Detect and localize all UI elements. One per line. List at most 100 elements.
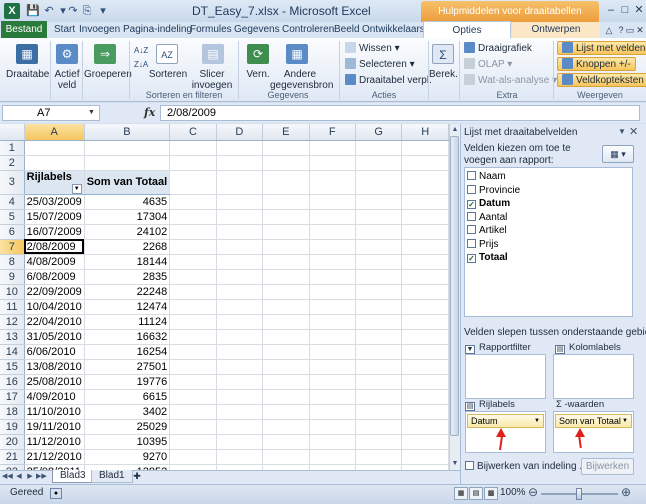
cell-g11[interactable] — [355, 299, 403, 315]
change-source-icon[interactable]: ▦ — [286, 44, 308, 64]
cell-f15[interactable] — [309, 359, 356, 375]
cell-a20[interactable]: 11/12/2010 — [24, 434, 85, 450]
cell-f7[interactable] — [309, 239, 356, 255]
select-button[interactable]: Selecteren ▾ — [345, 58, 415, 72]
cell-f5[interactable] — [309, 209, 356, 225]
cell-b2[interactable] — [84, 155, 171, 171]
cell-h6[interactable] — [401, 224, 449, 240]
cell-c2[interactable] — [169, 155, 217, 171]
row-header[interactable]: 4 — [0, 194, 25, 210]
field-checkbox[interactable] — [467, 238, 476, 248]
insert-slicer-button[interactable]: Slicer invoegen — [190, 69, 234, 91]
cell-a3[interactable]: Rijlabels ▼ — [24, 170, 85, 195]
cell-b16[interactable]: 19776 — [84, 374, 171, 390]
cell-g9[interactable] — [355, 269, 403, 285]
cell-a9[interactable]: 6/08/2009 — [24, 269, 85, 285]
cell-a12[interactable]: 22/04/2010 — [24, 314, 85, 330]
cell-h19[interactable] — [401, 419, 449, 435]
cell-e2[interactable] — [262, 155, 310, 171]
cell-f10[interactable] — [309, 284, 356, 300]
column-header-c[interactable]: C — [169, 124, 217, 141]
cell-h9[interactable] — [401, 269, 449, 285]
cell-f19[interactable] — [309, 419, 356, 435]
cell-a6[interactable]: 16/07/2009 — [24, 224, 85, 240]
cell-e7[interactable] — [262, 239, 310, 255]
calculations-button[interactable]: Berek. — [429, 69, 458, 80]
cell-b3[interactable]: Som van Totaal — [84, 170, 171, 195]
page-layout-view-icon[interactable]: ▤ — [469, 487, 483, 500]
cell-f18[interactable] — [309, 404, 356, 420]
chip-dropdown-icon[interactable]: ▼ — [534, 415, 540, 427]
cell-d20[interactable] — [216, 434, 264, 450]
cell-c5[interactable] — [169, 209, 217, 225]
buttons-toggle[interactable]: Knoppen +/- — [557, 57, 636, 71]
defer-layout-checkbox[interactable]: Bijwerken van indeling ... — [465, 461, 588, 472]
cell-b10[interactable]: 22248 — [84, 284, 171, 300]
cell-e17[interactable] — [262, 389, 310, 405]
column-header-d[interactable]: D — [216, 124, 264, 141]
pane-menu-icon[interactable]: ▼ — [618, 127, 626, 136]
column-header-h[interactable]: H — [401, 124, 449, 141]
cell-c16[interactable] — [169, 374, 217, 390]
cell-g4[interactable] — [355, 194, 403, 210]
cell-e19[interactable] — [262, 419, 310, 435]
cell-c3[interactable] — [169, 170, 217, 195]
row-header[interactable]: 7 — [0, 239, 25, 255]
cell-f13[interactable] — [309, 329, 356, 345]
cell-h16[interactable] — [401, 374, 449, 390]
cell-b17[interactable]: 6615 — [84, 389, 171, 405]
active-field-button[interactable]: Actief veld — [52, 69, 82, 91]
close-button[interactable]: ✕ — [630, 2, 646, 18]
cell-g15[interactable] — [355, 359, 403, 375]
cell-d4[interactable] — [216, 194, 264, 210]
cell-d15[interactable] — [216, 359, 264, 375]
cell-c1[interactable] — [169, 140, 217, 156]
row-header[interactable]: 16 — [0, 374, 25, 390]
cell-g6[interactable] — [355, 224, 403, 240]
cell-b5[interactable]: 17304 — [84, 209, 171, 225]
cell-b12[interactable]: 11124 — [84, 314, 171, 330]
cell-c19[interactable] — [169, 419, 217, 435]
field-list-toggle[interactable]: Lijst met velden — [557, 41, 646, 55]
cell-e8[interactable] — [262, 254, 310, 270]
cell-c21[interactable] — [169, 449, 217, 465]
checkbox[interactable] — [465, 461, 474, 470]
cell-g18[interactable] — [355, 404, 403, 420]
column-header-e[interactable]: E — [262, 124, 310, 141]
cell-e11[interactable] — [262, 299, 310, 315]
cell-d19[interactable] — [216, 419, 264, 435]
column-header-b[interactable]: B — [84, 124, 171, 141]
cell-e13[interactable] — [262, 329, 310, 345]
prev-sheet-icon[interactable]: ◀ — [14, 471, 24, 483]
row-header[interactable]: 10 — [0, 284, 25, 300]
cell-g7[interactable] — [355, 239, 403, 255]
excel-app-icon[interactable]: X — [4, 3, 20, 19]
tab-pivot-design[interactable]: Ontwerpen — [512, 22, 600, 38]
move-pivot-button[interactable]: Draaitabel verpl. — [345, 74, 432, 88]
pane-close-icon[interactable]: ✕ — [629, 125, 638, 138]
cell-c7[interactable] — [169, 239, 217, 255]
cell-e10[interactable] — [262, 284, 310, 300]
cell-c15[interactable] — [169, 359, 217, 375]
field-checkbox[interactable] — [467, 184, 476, 194]
tab-file[interactable]: Bestand — [1, 21, 47, 38]
field-artikel[interactable]: Artikel — [467, 224, 507, 237]
cell-f1[interactable] — [309, 140, 356, 156]
tab-view[interactable]: Beeld — [334, 22, 360, 38]
column-labels-area[interactable] — [553, 354, 634, 399]
cell-a16[interactable]: 25/08/2010 — [24, 374, 85, 390]
cell-b13[interactable]: 16632 — [84, 329, 171, 345]
cell-e4[interactable] — [262, 194, 310, 210]
report-filter-area[interactable] — [465, 354, 546, 399]
insert-sheet-icon[interactable]: ✚ — [128, 470, 146, 483]
cell-e3[interactable] — [262, 170, 310, 195]
row-header[interactable]: 13 — [0, 329, 25, 345]
chip-dropdown-icon[interactable]: ▼ — [622, 415, 628, 427]
row-header[interactable]: 18 — [0, 404, 25, 420]
cell-g13[interactable] — [355, 329, 403, 345]
cell-d21[interactable] — [216, 449, 264, 465]
name-box[interactable]: A7 — [2, 105, 100, 121]
cell-e9[interactable] — [262, 269, 310, 285]
group-icon[interactable]: ⇒ — [94, 44, 116, 64]
cell-d3[interactable] — [216, 170, 264, 195]
